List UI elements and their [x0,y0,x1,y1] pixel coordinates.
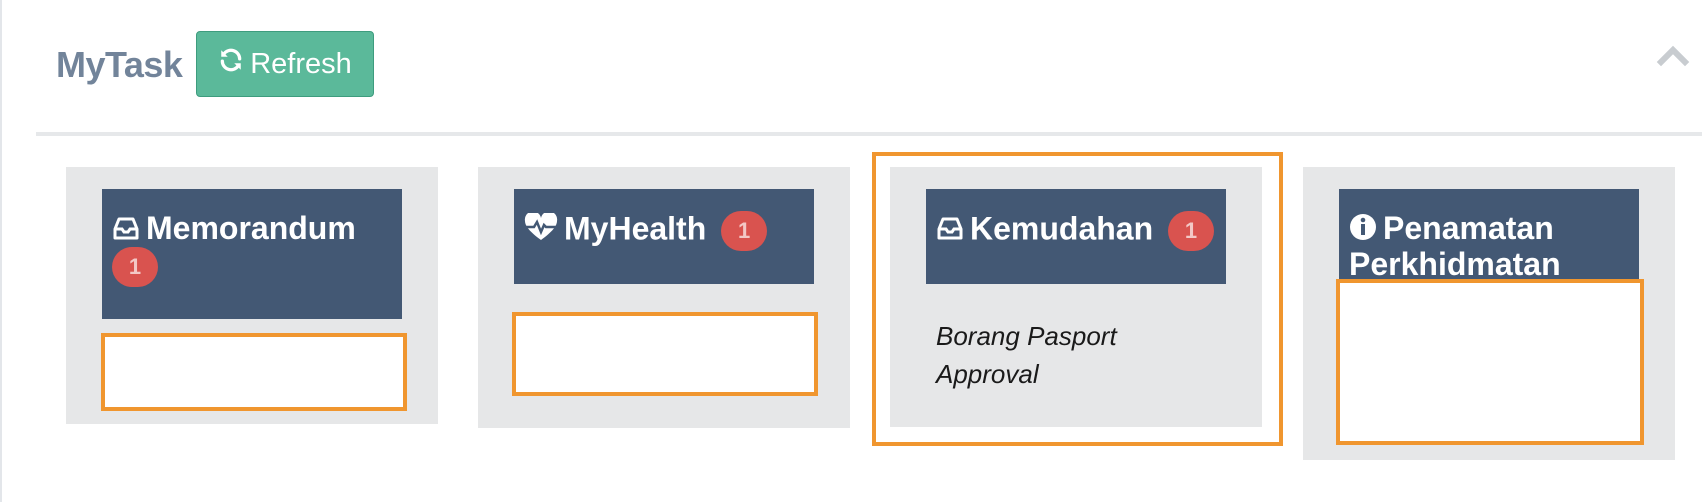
header-divider [36,132,1702,136]
task-card-penamatan-perkhidmatan[interactable]: Penamatan Perkhidmatan [1303,167,1675,460]
card-title: Kemudahan [970,210,1154,247]
count-badge: 1 [721,211,768,251]
card-title: MyHealth [564,210,707,247]
refresh-button[interactable]: Refresh [196,31,374,97]
card-title-line1: Penamatan [1383,210,1554,246]
count-badge: 1 [112,247,158,287]
collapse-chevron-up-icon[interactable] [1653,36,1693,76]
card-header-memorandum: Memorandum 1 [102,189,402,319]
task-link-approval[interactable]: Approval [936,355,1236,393]
card-title-line2: Perkhidmatan [1349,246,1561,282]
task-card-memorandum[interactable]: Memorandum 1 [66,167,438,424]
card-header-myhealth: MyHealth 1 [514,189,814,284]
task-card-myhealth[interactable]: MyHealth 1 [478,167,850,428]
info-circle-icon [1349,213,1377,247]
card-header-kemudahan: Kemudahan 1 [926,189,1226,284]
card-title: Memorandum [146,210,356,246]
heartbeat-icon [524,211,558,247]
card-content-memorandum[interactable] [101,333,407,411]
card-content-penamatan-perkhidmatan[interactable] [1336,279,1644,445]
page-title: MyTask [56,44,183,85]
task-card-kemudahan[interactable]: Kemudahan 1 Borang Pasport Approval [890,167,1262,427]
task-list: Borang Pasport Approval [936,317,1236,393]
refresh-label: Refresh [250,47,352,80]
task-link-borang-pasport[interactable]: Borang Pasport [936,317,1236,355]
count-badge: 1 [1168,211,1215,251]
refresh-icon [218,47,244,81]
inbox-icon [112,213,140,247]
panel-border [0,0,2,502]
card-header-penamatan-perkhidmatan: Penamatan Perkhidmatan [1339,189,1639,284]
inbox-icon [936,213,964,247]
card-content-myhealth[interactable] [512,312,818,396]
